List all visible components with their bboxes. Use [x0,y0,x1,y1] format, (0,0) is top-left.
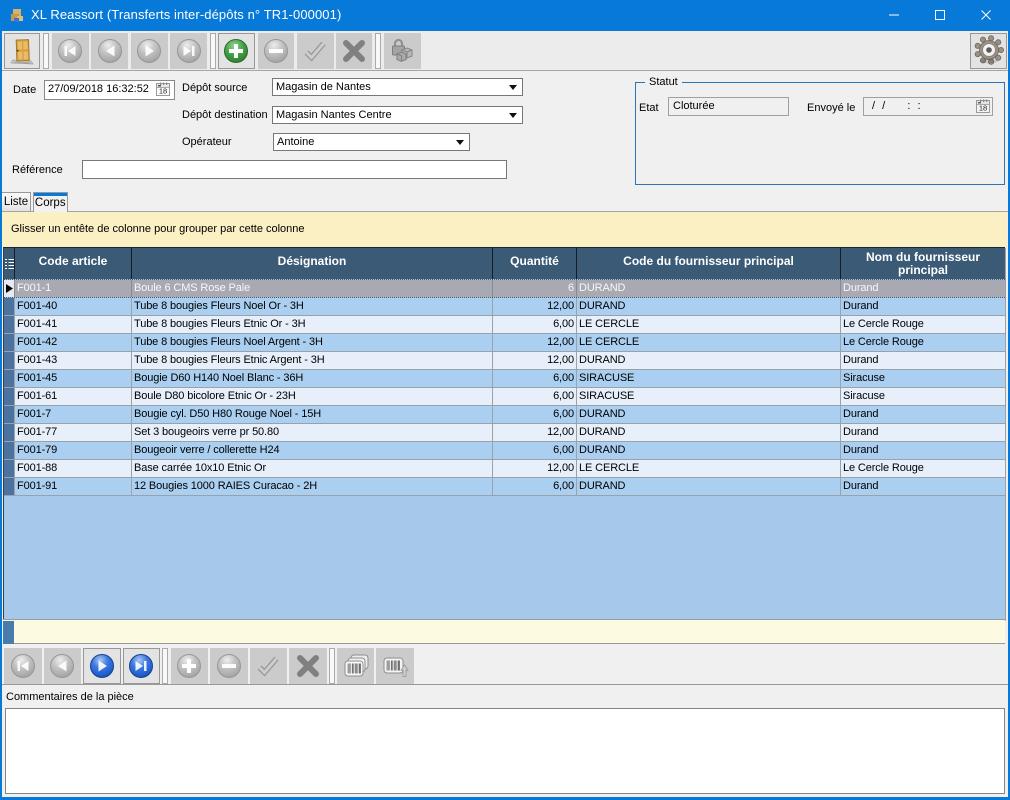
svg-text:18: 18 [159,87,167,96]
svg-text:18: 18 [979,104,987,113]
